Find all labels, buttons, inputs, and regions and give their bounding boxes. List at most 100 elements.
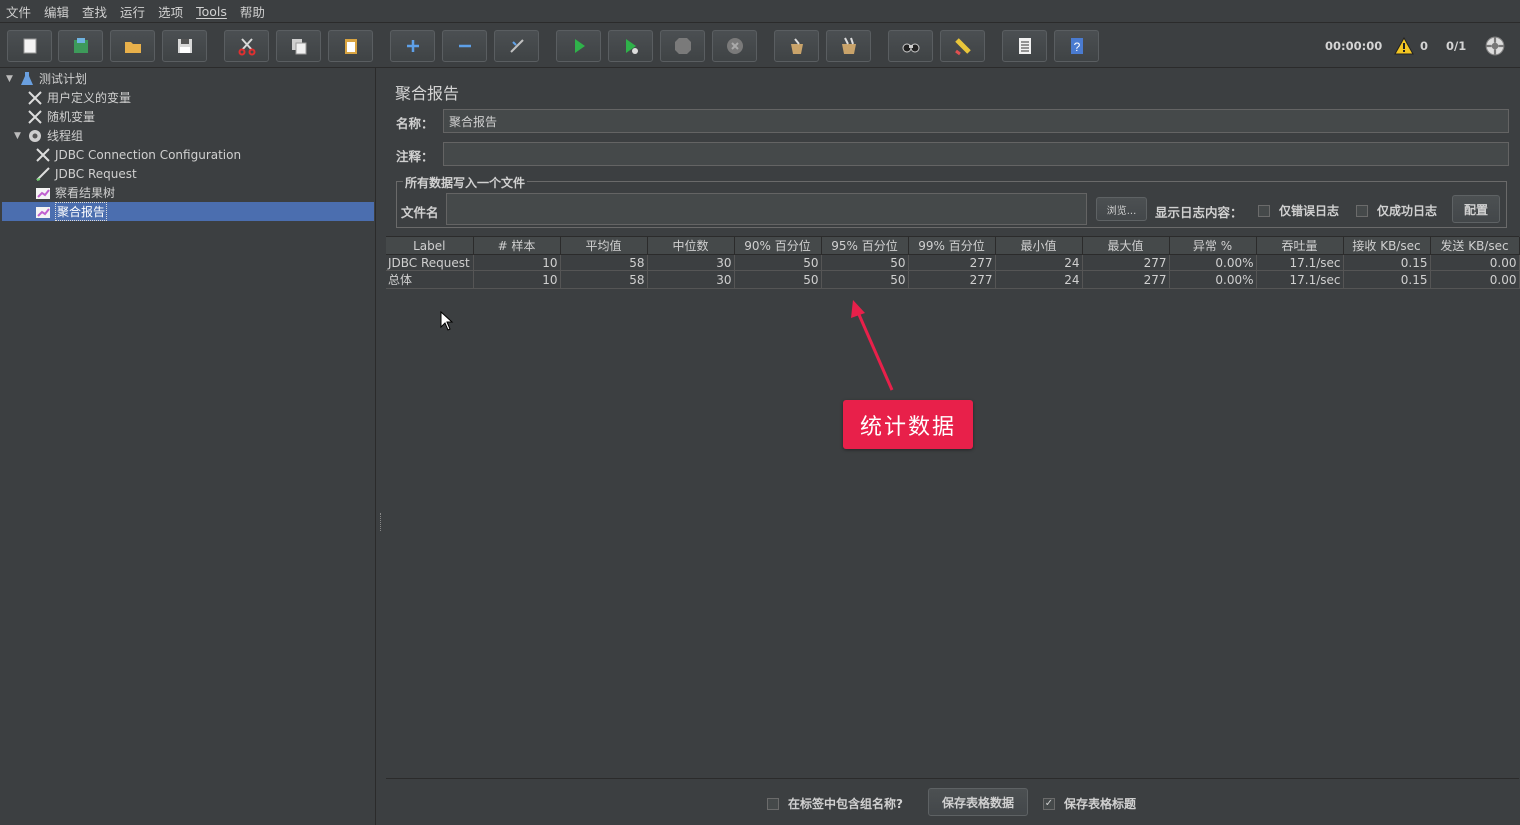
expand-all-button[interactable] xyxy=(390,30,435,62)
help-button[interactable]: ? xyxy=(1054,30,1099,62)
toolbar: ? 00:00:00 0 0/1 xyxy=(0,24,1520,68)
menu-help[interactable]: 帮助 xyxy=(240,2,265,21)
splitter-grip[interactable] xyxy=(380,513,382,531)
tree-label: 用户定义的变量 xyxy=(47,91,132,105)
tree-node-aggregate-report[interactable]: 聚合报告 xyxy=(2,202,374,221)
column-header[interactable]: 中位数 xyxy=(647,237,735,255)
thread-group-icon xyxy=(27,128,43,144)
clear-all-button[interactable] xyxy=(826,30,871,62)
reset-search-button[interactable] xyxy=(940,30,985,62)
menu-file[interactable]: 文件 xyxy=(6,2,31,21)
errors-only-checkbox[interactable]: 仅错误日志 xyxy=(1258,202,1339,219)
table-cell: 10 xyxy=(473,254,561,271)
column-header[interactable]: # 样本 xyxy=(473,237,561,255)
tree-node-user-variables[interactable]: 用户定义的变量 xyxy=(27,88,131,107)
menu-run[interactable]: 运行 xyxy=(120,2,145,21)
shutdown-button[interactable] xyxy=(712,30,757,62)
name-label: 名称： xyxy=(396,116,434,131)
listener-icon xyxy=(35,185,51,201)
menu-search[interactable]: 查找 xyxy=(82,2,107,21)
table-cell: 277 xyxy=(908,270,996,289)
stop-button[interactable] xyxy=(660,30,705,62)
column-header[interactable]: 吞吐量 xyxy=(1256,237,1344,255)
save-table-data-button[interactable]: 保存表格数据 xyxy=(928,788,1028,816)
column-header[interactable]: 接收 KB/sec xyxy=(1343,237,1431,255)
paste-button[interactable] xyxy=(328,30,373,62)
include-group-name-checkbox[interactable]: 在标签中包含组名称? xyxy=(767,795,903,812)
tree-label: 线程组 xyxy=(47,129,84,143)
checkbox-box[interactable] xyxy=(1258,204,1270,217)
templates-button[interactable] xyxy=(58,30,103,62)
table-cell: 0.00% xyxy=(1169,270,1257,289)
checkbox-box[interactable] xyxy=(1356,204,1368,217)
success-only-label: 仅成功日志 xyxy=(1377,204,1438,218)
cut-button[interactable] xyxy=(224,30,269,62)
table-row[interactable]: 总体 10 58 30 50 50 277 24 277 0.00% 17.1/… xyxy=(386,270,1520,289)
start-no-pauses-button[interactable] xyxy=(608,30,653,62)
results-table-container[interactable]: Label # 样本 平均值 中位数 90% 百分位 95% 百分位 99% 百… xyxy=(386,236,1520,779)
annotation-arrow-icon xyxy=(851,300,894,391)
column-header[interactable]: 90% 百分位 xyxy=(734,237,822,255)
mouse-cursor-icon xyxy=(440,311,454,331)
tree-node-random-variable[interactable]: 随机变量 xyxy=(27,107,95,126)
table-cell: 0.15 xyxy=(1343,270,1431,289)
remote-engine-icon xyxy=(1485,36,1505,56)
column-header[interactable]: Label xyxy=(386,237,474,255)
new-button[interactable] xyxy=(7,30,52,62)
column-header[interactable]: 平均值 xyxy=(560,237,648,255)
table-cell: 17.1/sec xyxy=(1256,254,1344,271)
remote-status[interactable] xyxy=(1484,24,1506,68)
tree-node-jdbc-request[interactable]: JDBC Request xyxy=(35,164,137,183)
name-field[interactable]: 聚合报告 xyxy=(443,109,1509,133)
save-table-header-checkbox[interactable]: ✓ 保存表格标题 xyxy=(1043,795,1136,812)
column-header[interactable]: 发送 KB/sec xyxy=(1430,237,1520,255)
browse-button[interactable]: 浏览... xyxy=(1096,197,1147,221)
test-plan-tree: ▼ 测试计划 用户定义的变量 随机变量 ▼ 线程组 JDBC Connectio… xyxy=(0,68,376,825)
open-button[interactable] xyxy=(110,30,155,62)
toggle-button[interactable] xyxy=(494,30,539,62)
column-header[interactable]: 异常 % xyxy=(1169,237,1257,255)
help-icon: ? xyxy=(1070,38,1083,54)
comment-field[interactable] xyxy=(443,142,1509,166)
start-button[interactable] xyxy=(556,30,601,62)
menu-tools[interactable]: Tools xyxy=(196,4,227,19)
collapse-all-button[interactable] xyxy=(442,30,487,62)
tree-node-thread-group[interactable]: ▼ 线程组 xyxy=(14,126,83,145)
tree-label: JDBC Connection Configuration xyxy=(55,147,242,162)
copy-button[interactable] xyxy=(276,30,321,62)
tree-node-test-plan[interactable]: ▼ 测试计划 xyxy=(6,69,87,88)
column-header[interactable]: 最小值 xyxy=(995,237,1083,255)
menu-options[interactable]: 选项 xyxy=(158,2,183,21)
configure-button[interactable]: 配置 xyxy=(1452,195,1500,223)
table-cell: 17.1/sec xyxy=(1256,270,1344,289)
tree-expand-toggle[interactable]: ▼ xyxy=(6,74,16,84)
checkbox-box[interactable]: ✓ xyxy=(1043,797,1055,810)
filename-field[interactable] xyxy=(446,193,1087,225)
filename-label: 文件名 xyxy=(401,205,439,220)
table-cell: 0.00% xyxy=(1169,254,1257,271)
function-helper-icon xyxy=(1018,38,1031,54)
warning-indicator[interactable]: 0 xyxy=(1394,24,1428,68)
column-header[interactable]: 99% 百分位 xyxy=(908,237,996,255)
svg-text:?: ? xyxy=(1073,40,1080,54)
collapse-icon xyxy=(458,44,471,48)
checkbox-box[interactable] xyxy=(767,797,779,810)
function-helper-button[interactable] xyxy=(1002,30,1047,62)
table-cell: 58 xyxy=(560,270,648,289)
panel-splitter[interactable] xyxy=(376,68,386,825)
menu-edit[interactable]: 编辑 xyxy=(44,2,69,21)
save-button[interactable] xyxy=(162,30,207,62)
column-header[interactable]: 95% 百分位 xyxy=(821,237,909,255)
tree-node-view-results-tree[interactable]: 察看结果树 xyxy=(35,183,115,202)
success-only-checkbox[interactable]: 仅成功日志 xyxy=(1356,202,1437,219)
table-row[interactable]: JDBC Request 10 58 30 50 50 277 24 277 0… xyxy=(386,254,1520,271)
elapsed-time: 00:00:00 xyxy=(1325,39,1383,53)
tree-expand-toggle[interactable]: ▼ xyxy=(14,131,24,141)
stop-icon xyxy=(674,38,691,54)
shutdown-icon xyxy=(726,38,743,54)
search-button[interactable] xyxy=(888,30,933,62)
column-header[interactable]: 最大值 xyxy=(1082,237,1170,255)
tree-node-jdbc-connection-configuration[interactable]: JDBC Connection Configuration xyxy=(35,145,241,164)
template-icon xyxy=(73,38,88,53)
clear-button[interactable] xyxy=(774,30,819,62)
